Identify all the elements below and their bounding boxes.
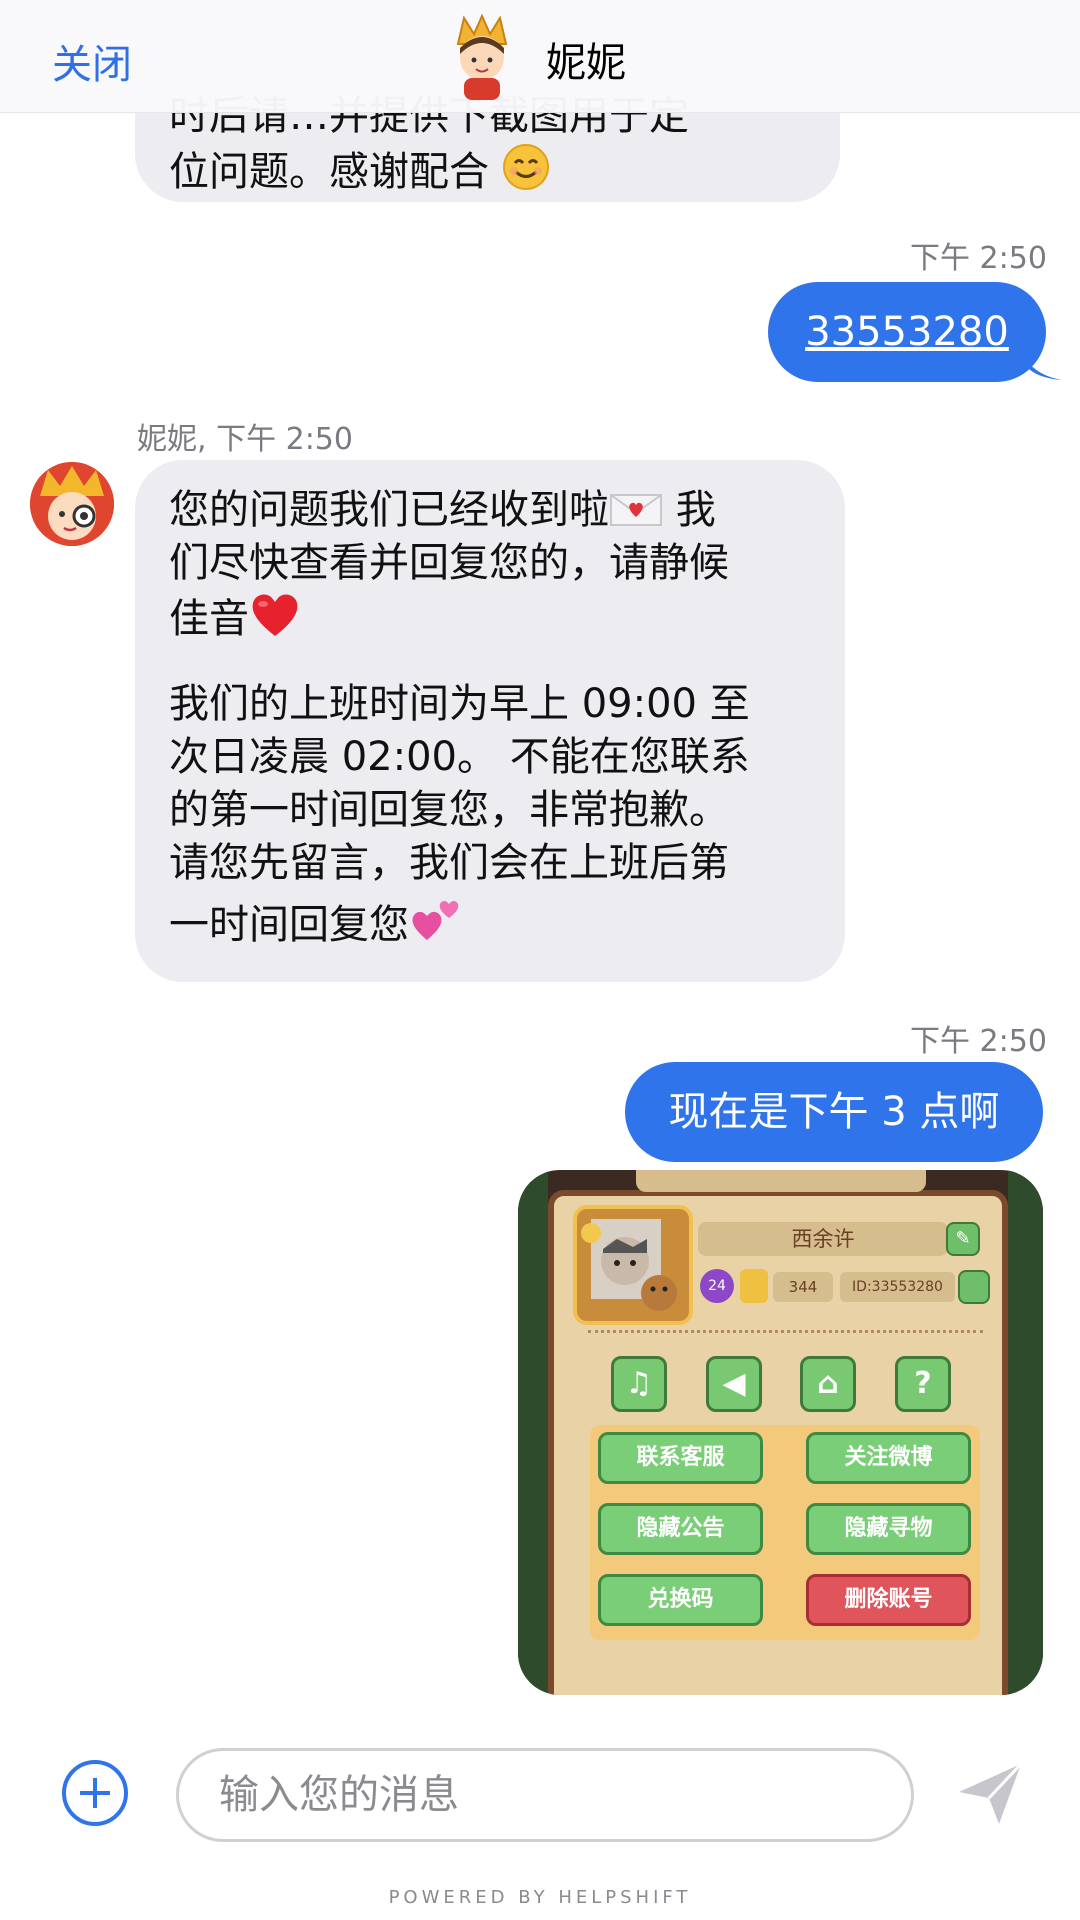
add-attachment-button[interactable] bbox=[62, 1760, 128, 1826]
panel-banner bbox=[636, 1170, 926, 1192]
chat-header: 关闭 妮妮 bbox=[0, 0, 1080, 113]
powered-by-footer: POWERED BY HELPSHIFT bbox=[388, 1887, 692, 1908]
message-text: 您的问题我们已经收到啦 我 bbox=[169, 487, 716, 533]
level-badge: 24 bbox=[700, 1269, 734, 1303]
star-count: 344 bbox=[773, 1272, 833, 1302]
close-button[interactable]: 关闭 bbox=[52, 32, 132, 90]
message-text: 佳音 bbox=[169, 590, 815, 646]
delete-account-button: 删除账号 bbox=[806, 1574, 971, 1626]
red-heart-emoji-icon bbox=[252, 594, 298, 636]
message-text: 请您先留言，我们会在上班后第 bbox=[169, 840, 729, 886]
contact-support-button: 联系客服 bbox=[598, 1432, 763, 1484]
help-icon: ? bbox=[895, 1356, 951, 1412]
redeem-code-button: 兑换码 bbox=[598, 1574, 763, 1626]
follow-weibo-button: 关注微博 bbox=[806, 1432, 971, 1484]
agent-message-bubble: 您的问题我们已经收到啦 我 们尽快查看并回复您的，请静候 佳音 我们的上班时间为… bbox=[135, 460, 845, 982]
star-badge-icon bbox=[740, 1269, 768, 1303]
player-portrait-icon bbox=[581, 1219, 677, 1311]
message-text: 我们的上班时间为早上 09:00 至 bbox=[169, 681, 750, 727]
edit-pencil-icon: ✎ bbox=[946, 1222, 980, 1256]
message-text: 一时间回复您 bbox=[169, 890, 815, 952]
message-text: 位问题。感谢配合 bbox=[169, 143, 806, 199]
message-text: 们尽快查看并回复您的，请静候 bbox=[169, 540, 729, 586]
message-text: 现在是下午 3 点啊 bbox=[668, 1089, 1000, 1135]
player-name: 西余许 bbox=[698, 1222, 948, 1256]
id-link[interactable]: 33553280 bbox=[805, 309, 1009, 355]
send-icon[interactable] bbox=[955, 1758, 1025, 1828]
message-text: 的第一时间回复您，非常抱歉。 bbox=[169, 787, 729, 833]
user-message-bubble: 33553280 bbox=[768, 282, 1046, 382]
game-background bbox=[1008, 1170, 1043, 1695]
message-text: 次日凌晨 02:00。 不能在您联系 bbox=[169, 734, 750, 780]
music-off-icon: ♫ bbox=[611, 1356, 667, 1412]
message-input[interactable] bbox=[176, 1748, 914, 1842]
divider bbox=[588, 1330, 983, 1333]
hide-notice-button: 隐藏公告 bbox=[598, 1503, 763, 1555]
message-timestamp: 下午 2:50 bbox=[910, 241, 1047, 276]
image-attachment[interactable]: 西余许 ✎ 24 344 ID:33553280 ♫ ◀ ⌂ ? 联系客服 关注… bbox=[518, 1170, 1043, 1695]
sound-off-icon: ◀ bbox=[706, 1356, 762, 1412]
bubble-tail bbox=[1020, 346, 1062, 380]
copy-icon bbox=[958, 1270, 990, 1304]
smile-emoji-icon bbox=[502, 144, 549, 190]
agent-avatar-icon bbox=[30, 462, 114, 546]
two-hearts-emoji-icon bbox=[412, 900, 459, 940]
agent-avatar bbox=[30, 462, 114, 546]
sender-timestamp: 妮妮, 下午 2:50 bbox=[137, 422, 353, 457]
player-id: ID:33553280 bbox=[840, 1272, 955, 1302]
player-avatar bbox=[573, 1205, 693, 1325]
hide-find-button: 隐藏寻物 bbox=[806, 1503, 971, 1555]
game-background bbox=[518, 1170, 548, 1695]
love-letter-emoji-icon bbox=[610, 494, 662, 526]
user-message-bubble: 现在是下午 3 点啊 bbox=[625, 1062, 1043, 1162]
agent-name: 妮妮 bbox=[546, 40, 626, 86]
clean-brush-icon: ⌂ bbox=[800, 1356, 856, 1412]
agent-avatar-icon bbox=[456, 14, 508, 100]
message-timestamp: 下午 2:50 bbox=[910, 1024, 1047, 1059]
